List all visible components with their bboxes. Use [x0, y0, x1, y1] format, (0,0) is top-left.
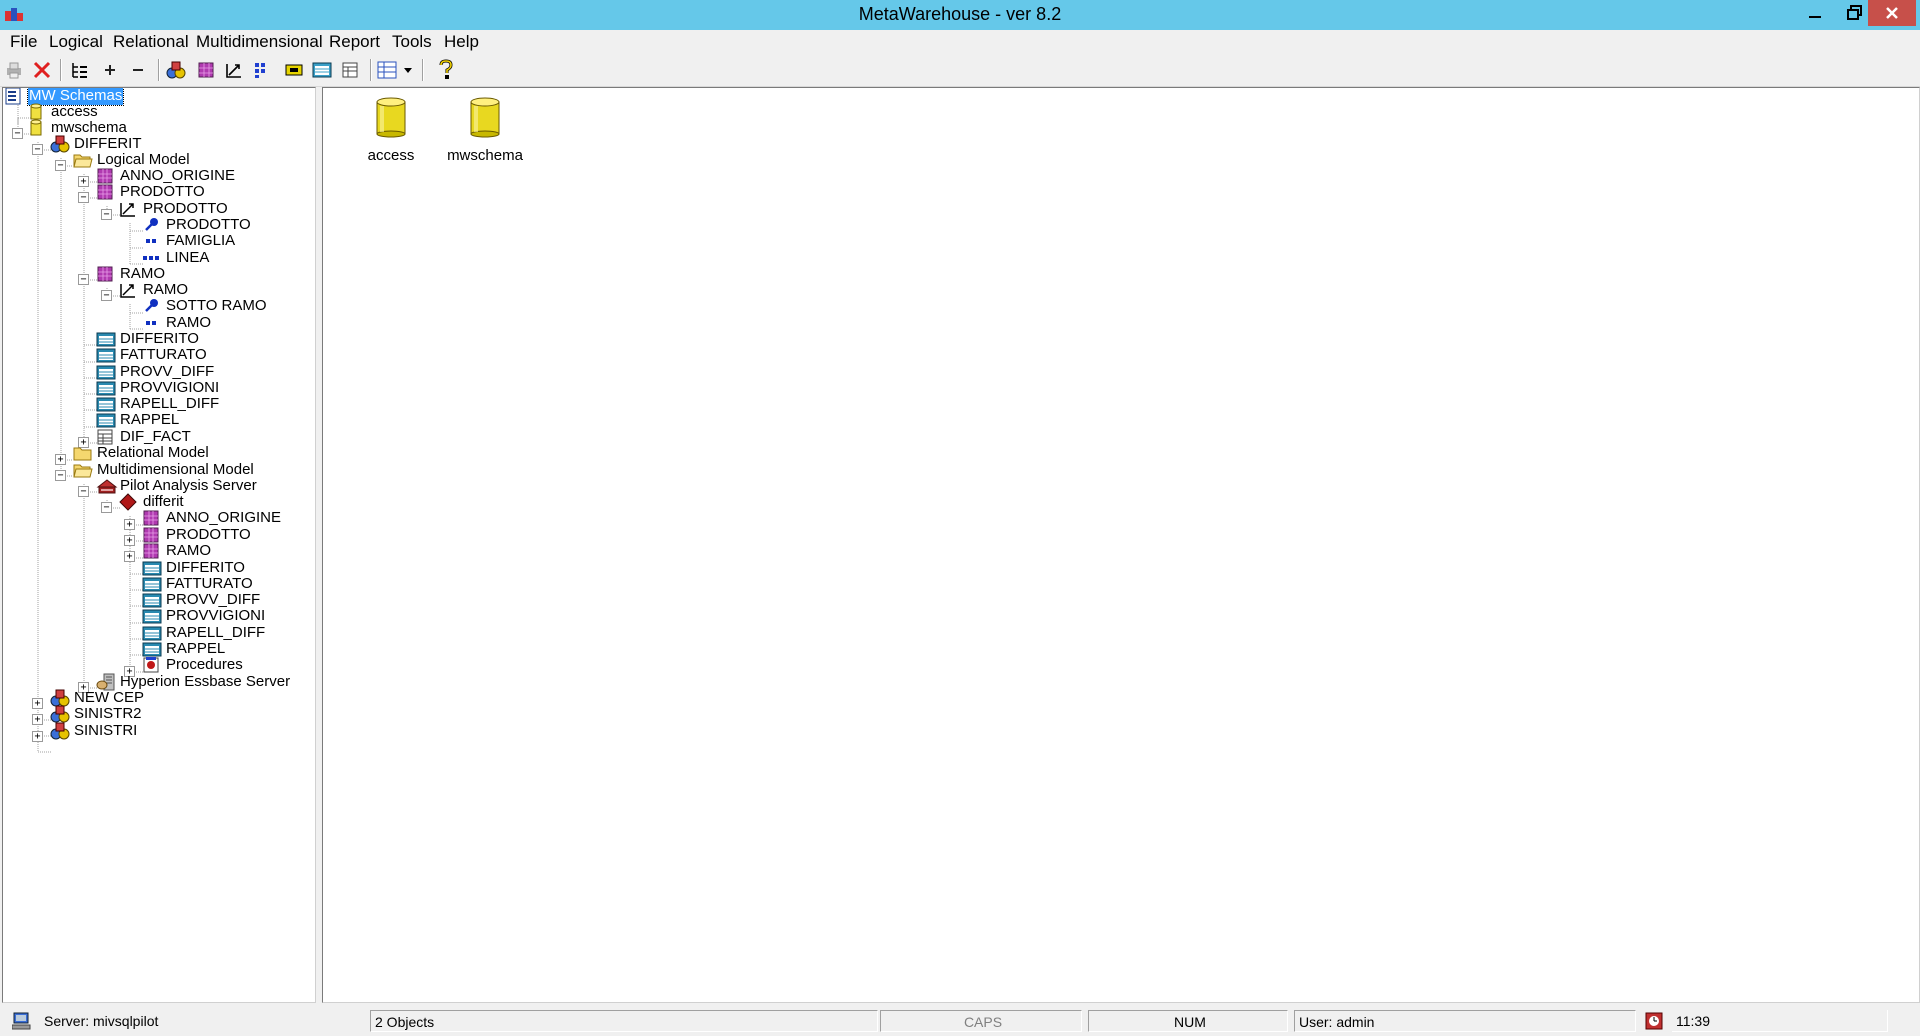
delete-icon[interactable] — [30, 58, 54, 82]
menu-relational[interactable]: Relational — [111, 32, 191, 52]
database-icon — [470, 97, 500, 138]
menu-bar: File Logical Relational Multidimensional… — [0, 30, 1920, 54]
status-bar: Server: mivsqlpilot 2 Objects CAPS NUM U… — [0, 1006, 1920, 1036]
expand-toggle[interactable]: + — [124, 535, 135, 546]
fact-icon[interactable] — [282, 58, 306, 82]
clock-icon — [1645, 1012, 1663, 1035]
folder-open-icon — [73, 461, 93, 479]
database-icon — [376, 97, 406, 138]
cube-icon — [96, 183, 114, 201]
collapse-toggle[interactable]: − — [55, 470, 66, 481]
expand-toggle[interactable]: + — [124, 551, 135, 562]
collapse-toggle[interactable]: − — [78, 486, 89, 497]
status-time: 11:39 — [1672, 1010, 1888, 1032]
server-icon — [11, 1011, 32, 1036]
expand-toggle[interactable]: + — [78, 176, 89, 187]
help-icon[interactable] — [434, 58, 458, 82]
hierarchy-icon — [119, 200, 137, 218]
status-caps: CAPS — [880, 1010, 1082, 1032]
list-item-mwschema[interactable]: mwschema — [437, 96, 533, 164]
collapse-toggle[interactable]: − — [78, 192, 89, 203]
minimize-button[interactable] — [1796, 0, 1834, 26]
title-bar[interactable]: MetaWarehouse - ver 8.2 — [0, 0, 1920, 30]
collapse-toggle[interactable]: − — [32, 144, 43, 155]
server-icon — [96, 477, 118, 495]
status-object-count: 2 Objects — [370, 1010, 878, 1032]
print-icon[interactable] — [2, 58, 26, 82]
expand-toggle[interactable]: + — [32, 714, 43, 725]
toolbar-separator — [370, 59, 372, 81]
levels-icon[interactable] — [250, 58, 274, 82]
toolbar-separator — [422, 59, 424, 81]
view-dropdown-icon[interactable] — [376, 58, 416, 82]
shapes-icon — [50, 135, 70, 153]
status-user: User: admin — [1294, 1010, 1636, 1032]
menu-multidimensional[interactable]: Multidimensional — [194, 32, 325, 52]
hierarchy-icon — [119, 281, 137, 299]
collapse-toggle[interactable]: − — [12, 128, 23, 139]
menu-report[interactable]: Report — [327, 32, 382, 52]
status-server: Server: mivsqlpilot — [44, 1013, 159, 1029]
restore-icon — [1847, 5, 1862, 20]
menu-logical[interactable]: Logical — [47, 32, 105, 52]
shapes-icon — [50, 722, 70, 740]
pane-splitter[interactable] — [317, 87, 321, 1003]
minimize-icon — [1809, 16, 1821, 18]
close-icon — [1886, 7, 1898, 19]
expand-toggle[interactable]: + — [32, 698, 43, 709]
expand-plus-icon[interactable] — [98, 58, 122, 82]
tree-view-icon[interactable] — [68, 58, 92, 82]
folder-open-icon — [73, 151, 93, 169]
menu-help[interactable]: Help — [442, 32, 481, 52]
menu-tools[interactable]: Tools — [390, 32, 434, 52]
menu-file[interactable]: File — [8, 32, 39, 52]
table-icon[interactable] — [310, 58, 334, 82]
grid-icon[interactable] — [338, 58, 362, 82]
list-item-access[interactable]: access — [343, 96, 439, 164]
schemas-icon — [5, 88, 23, 105]
expand-toggle[interactable]: + — [32, 731, 43, 742]
expand-toggle[interactable]: + — [55, 454, 66, 465]
toolbar — [0, 54, 1920, 87]
collapse-toggle[interactable]: − — [78, 274, 89, 285]
collapse-toggle[interactable]: − — [101, 209, 112, 220]
hierarchy-icon[interactable] — [222, 58, 246, 82]
close-button[interactable] — [1868, 0, 1916, 26]
database-icon — [27, 119, 45, 137]
schema-tree[interactable]: − − − + − − − − + + − − − + + + + + + + … — [2, 87, 316, 1003]
cube-icon — [96, 265, 114, 283]
toolbar-separator — [158, 59, 160, 81]
expand-toggle[interactable]: + — [124, 519, 135, 530]
schema-icon[interactable] — [164, 58, 188, 82]
collapse-toggle[interactable]: − — [101, 290, 112, 301]
collapse-toggle[interactable]: − — [55, 160, 66, 171]
object-list[interactable]: access mwschema — [322, 87, 1920, 1003]
tree-node-sinistri[interactable]: SINISTRI — [50, 721, 138, 741]
diamond-icon — [119, 493, 137, 511]
collapse-toggle[interactable]: − — [101, 502, 112, 513]
collapse-minus-icon[interactable] — [126, 58, 150, 82]
dimension-cube-icon[interactable] — [194, 58, 218, 82]
status-num: NUM — [1088, 1010, 1288, 1032]
window-title: MetaWarehouse - ver 8.2 — [858, 4, 1062, 24]
toolbar-separator — [60, 59, 62, 81]
